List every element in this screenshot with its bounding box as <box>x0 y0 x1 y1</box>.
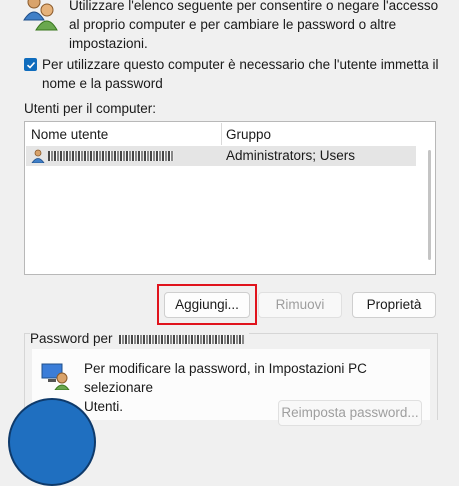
require-login-checkbox[interactable] <box>24 58 37 71</box>
user-group: Administrators; Users <box>226 148 356 163</box>
user-icon <box>31 149 45 164</box>
column-divider[interactable] <box>221 123 222 145</box>
username-redacted <box>119 334 246 344</box>
require-login-label[interactable]: Per utilizzare questo computer è necessa… <box>42 55 442 93</box>
properties-button[interactable]: Proprietà <box>352 292 436 318</box>
users-listbox[interactable]: Nome utente Gruppo Administrators; Users <box>24 121 436 275</box>
checkmark-icon <box>26 61 35 69</box>
group-border-right <box>437 333 438 420</box>
username-redacted <box>48 151 174 161</box>
blue-circle-overlay <box>8 398 96 486</box>
remove-button[interactable]: Rimuovi <box>258 292 342 318</box>
password-group-title: Password per <box>30 331 250 346</box>
scrollbar-thumb[interactable] <box>428 150 431 260</box>
column-header-username[interactable]: Nome utente <box>31 125 108 145</box>
pc-settings-icon <box>40 360 70 391</box>
listbox-scrollbar[interactable] <box>426 146 434 272</box>
add-button[interactable]: Aggiungi... <box>164 292 250 318</box>
intro-text: Utilizzare l'elenco seguente per consent… <box>69 0 439 51</box>
users-icon <box>22 0 58 34</box>
users-list-label: Utenti per il computer: <box>24 101 157 116</box>
column-header-group[interactable]: Gruppo <box>226 125 271 145</box>
table-row[interactable]: Administrators; Users <box>26 146 416 166</box>
reset-password-button[interactable]: Reimposta password... <box>278 400 422 426</box>
